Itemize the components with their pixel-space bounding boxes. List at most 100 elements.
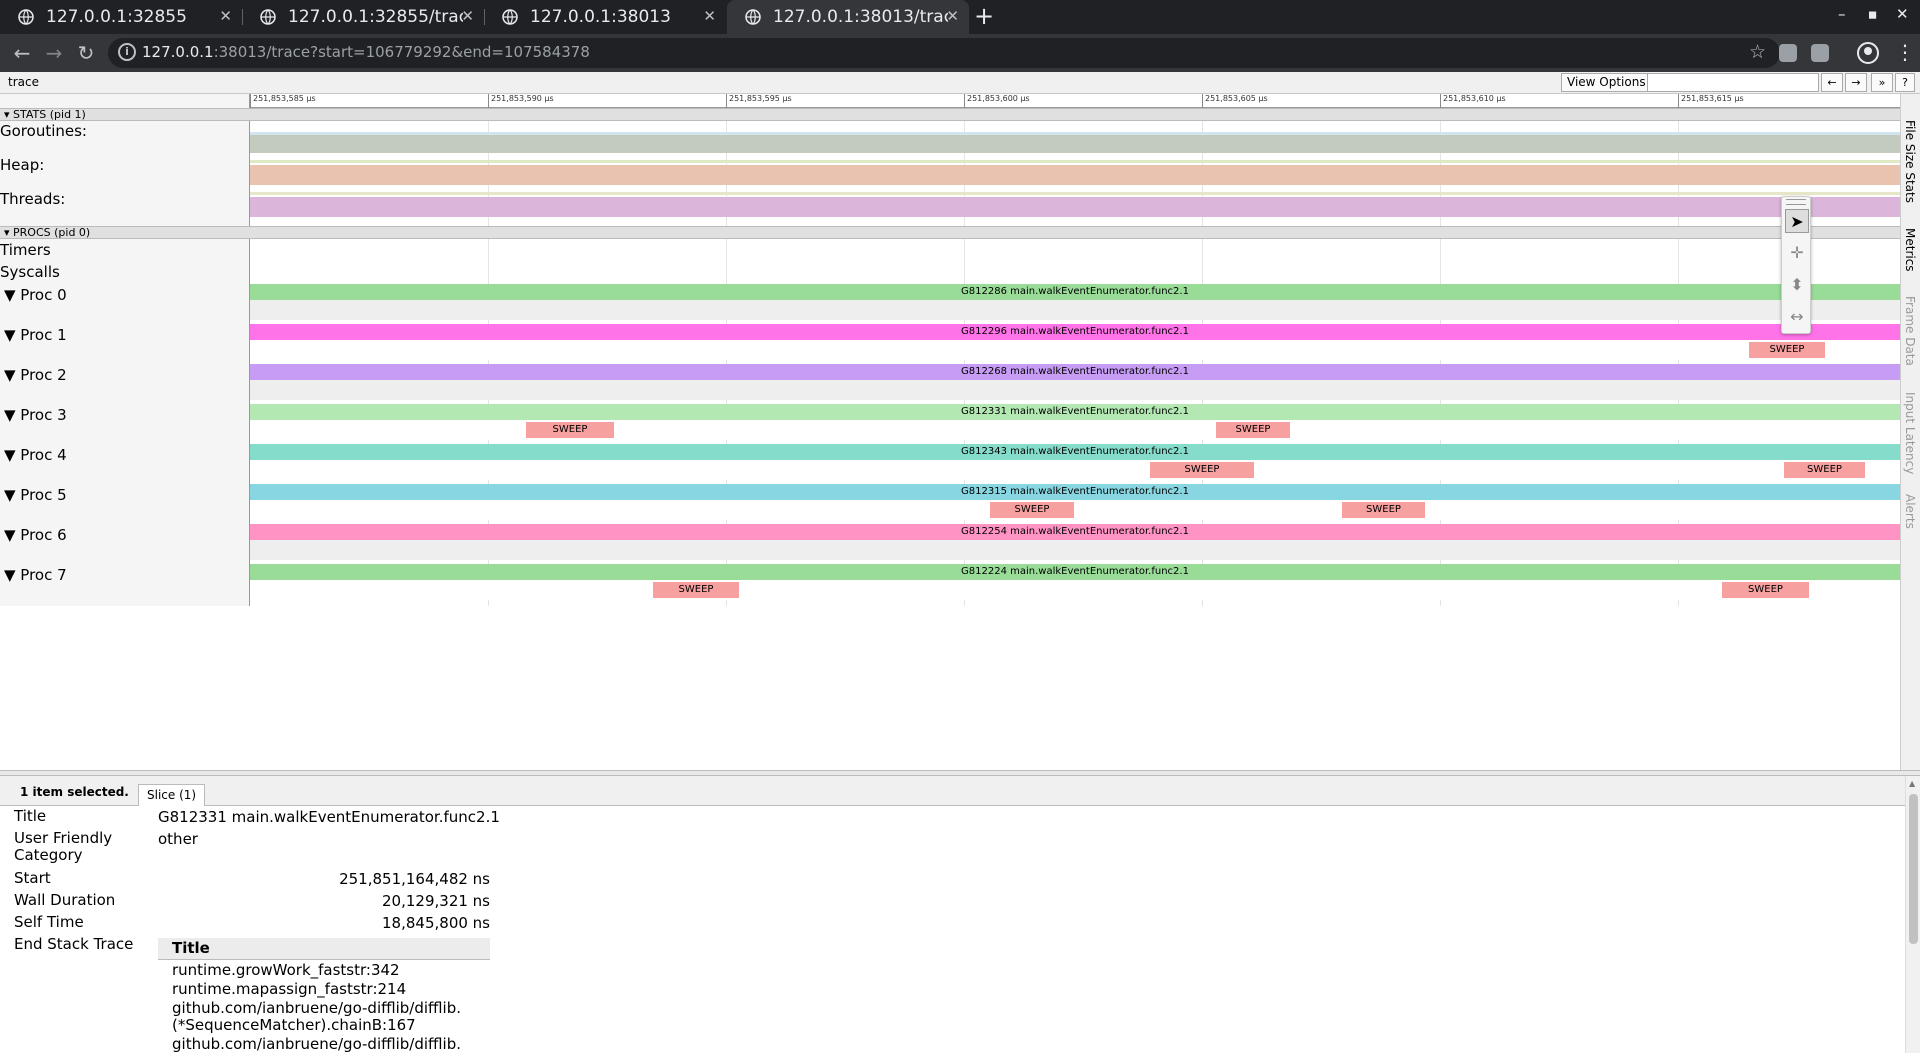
browser-tab-4[interactable]: 127.0.0.1:38013/trace ✕: [727, 0, 969, 34]
proc-2-label[interactable]: ▼ Proc 2: [4, 366, 67, 384]
ruler-tick: 251,853,610 µs: [1440, 94, 1506, 108]
goroutine-slice[interactable]: G812331 main.walkEventEnumerator.func2.1: [250, 404, 1900, 420]
kebab-menu-icon[interactable]: ⋮: [1895, 40, 1915, 64]
ruler-tick: 251,853,595 µs: [726, 94, 792, 108]
stack-row[interactable]: runtime.growWork_faststr:342: [158, 960, 490, 979]
sweep-slice[interactable]: SWEEP: [1342, 502, 1425, 518]
syscalls-label: Syscalls: [0, 263, 60, 281]
browser-tab-2[interactable]: 127.0.0.1:32855/trace ✕: [242, 0, 484, 34]
extension-chat-icon[interactable]: [1811, 44, 1829, 62]
close-icon[interactable]: ✕: [946, 7, 959, 25]
sweep-slice[interactable]: SWEEP: [1749, 342, 1825, 358]
globe-icon: [502, 9, 518, 25]
back-arrow-icon[interactable]: ←: [10, 41, 34, 65]
timeline-view[interactable]: 251,853,585 µs 251,853,590 µs 251,853,59…: [0, 94, 1900, 770]
tab-slice[interactable]: Slice (1): [138, 784, 206, 806]
goroutine-slice[interactable]: G812315 main.walkEventEnumerator.func2.1: [250, 484, 1900, 500]
stack-row[interactable]: github.com/ianbruene/go-difflib/difflib.: [158, 1034, 490, 1053]
prop-self-value: 18,845,800 ns: [382, 914, 490, 932]
stats-section-header[interactable]: ▾ STATS (pid 1): [0, 108, 1900, 121]
sweep-slice[interactable]: SWEEP: [526, 422, 614, 438]
heap-counter-band: [250, 165, 1900, 185]
sweep-slice[interactable]: SWEEP: [990, 502, 1074, 518]
side-tab-frame-data[interactable]: Frame Data: [1903, 296, 1917, 366]
info-icon[interactable]: i: [118, 43, 136, 61]
new-tab-button[interactable]: +: [974, 2, 994, 30]
view-options-button[interactable]: View Options: [1561, 73, 1652, 92]
side-tab-file-size-stats[interactable]: File Size Stats: [1903, 120, 1917, 203]
side-tab-alerts[interactable]: Alerts: [1903, 494, 1917, 529]
goroutine-slice[interactable]: G812343 main.walkEventEnumerator.func2.1: [250, 444, 1900, 460]
goroutines-label: Goroutines:: [0, 122, 87, 140]
prop-wall-label: Wall Duration: [14, 891, 116, 909]
tab-title: 127.0.0.1:32855/trace: [288, 7, 463, 27]
proc-4-label[interactable]: ▼ Proc 4: [4, 446, 67, 464]
side-tab-input-latency[interactable]: Input Latency: [1903, 392, 1917, 474]
proc-1-subrow: [250, 340, 1900, 360]
pan-move-icon[interactable]: ✛: [1785, 241, 1809, 265]
proc-7-label[interactable]: ▼ Proc 7: [4, 566, 67, 584]
time-ruler[interactable]: 251,853,585 µs 251,853,590 µs 251,853,59…: [250, 94, 1900, 108]
profile-avatar-icon[interactable]: [1857, 42, 1879, 64]
proc-0-label[interactable]: ▼ Proc 0: [4, 286, 67, 304]
stack-trace-table: Title runtime.growWork_faststr:342 runti…: [158, 938, 490, 1053]
goroutine-slice[interactable]: G812224 main.walkEventEnumerator.func2.1: [250, 564, 1900, 580]
sweep-slice[interactable]: SWEEP: [1150, 462, 1254, 478]
expand-button[interactable]: »: [1871, 73, 1893, 92]
sweep-slice[interactable]: SWEEP: [1784, 462, 1865, 478]
proc-5-label[interactable]: ▼ Proc 5: [4, 486, 67, 504]
sweep-slice[interactable]: SWEEP: [653, 582, 739, 598]
minimize-icon[interactable]: –: [1838, 5, 1846, 23]
zoom-icon[interactable]: ⬍: [1785, 273, 1809, 297]
extension-shield-icon[interactable]: [1779, 44, 1797, 62]
find-prev-button[interactable]: ←: [1821, 73, 1843, 92]
help-button[interactable]: ?: [1895, 73, 1915, 92]
scroll-thumb[interactable]: [1909, 794, 1918, 944]
stack-row[interactable]: github.com/ianbruene/go-difflib/difflib.…: [158, 998, 490, 1034]
sweep-slice[interactable]: SWEEP: [1216, 422, 1290, 438]
proc-6-label[interactable]: ▼ Proc 6: [4, 526, 67, 544]
close-icon[interactable]: ✕: [219, 7, 232, 25]
close-icon[interactable]: ✕: [461, 7, 474, 25]
reload-icon[interactable]: ↻: [74, 41, 98, 65]
bookmark-star-icon[interactable]: ☆: [1749, 41, 1766, 63]
timing-icon[interactable]: ↔: [1785, 305, 1809, 329]
proc-1-label[interactable]: ▼ Proc 1: [4, 326, 67, 344]
prop-start-value[interactable]: 251,851,164,482 ns: [158, 870, 490, 888]
goroutine-slice[interactable]: G812268 main.walkEventEnumerator.func2.1: [250, 364, 1900, 380]
find-input[interactable]: [1647, 73, 1819, 92]
address-bar[interactable]: i 127.0.0.1:38013/trace?start=106779292&…: [108, 38, 1780, 68]
browser-tab-1[interactable]: 127.0.0.1:32855 ✕: [0, 0, 242, 34]
goroutine-slice[interactable]: G812254 main.walkEventEnumerator.func2.1: [250, 524, 1900, 540]
proc-3-label[interactable]: ▼ Proc 3: [4, 406, 67, 424]
close-icon[interactable]: ✕: [703, 7, 716, 25]
sweep-slice[interactable]: SWEEP: [1722, 582, 1809, 598]
analysis-tab-strip: 1 item selected. Slice (1): [0, 776, 1920, 806]
ruler-tick: 251,853,590 µs: [488, 94, 554, 108]
browser-tab-3[interactable]: 127.0.0.1:38013 ✕: [484, 0, 726, 34]
proc-6-subrow: [250, 540, 1900, 560]
select-pointer-icon[interactable]: ➤: [1785, 209, 1809, 233]
globe-icon: [18, 9, 34, 25]
scroll-up-icon[interactable]: ▲: [1909, 779, 1915, 788]
window-close-icon[interactable]: ✕: [1896, 5, 1909, 23]
stack-row[interactable]: runtime.mapassign_faststr:214: [158, 979, 490, 998]
find-next-button[interactable]: →: [1845, 73, 1867, 92]
side-panel-tabs: File Size Stats Metrics Frame Data Input…: [1900, 94, 1920, 770]
threads-counter-band: [250, 192, 1900, 195]
analysis-scrollbar[interactable]: ▲: [1905, 776, 1920, 1053]
drag-grip[interactable]: [1786, 199, 1806, 205]
tab-title: 127.0.0.1:32855: [46, 7, 187, 27]
tab-title: 127.0.0.1:38013/trace: [773, 7, 948, 27]
forward-arrow-icon[interactable]: →: [42, 41, 66, 65]
proc-3-subrow: [250, 420, 1900, 440]
mouse-mode-selector[interactable]: ➤ ✛ ⬍ ↔: [1781, 196, 1811, 334]
side-tab-metrics[interactable]: Metrics: [1903, 228, 1917, 272]
maximize-icon[interactable]: ◼: [1868, 8, 1877, 21]
heap-counter-band: [250, 160, 1900, 163]
procs-section-header[interactable]: ▾ PROCS (pid 0): [0, 226, 1900, 239]
goroutine-slice[interactable]: G812286 main.walkEventEnumerator.func2.1: [250, 284, 1900, 300]
goroutine-slice[interactable]: G812296 main.walkEventEnumerator.func2.1: [250, 324, 1900, 340]
url-text[interactable]: 127.0.0.1:38013/trace?start=106779292&en…: [142, 43, 590, 61]
proc-5-subrow: [250, 500, 1900, 520]
